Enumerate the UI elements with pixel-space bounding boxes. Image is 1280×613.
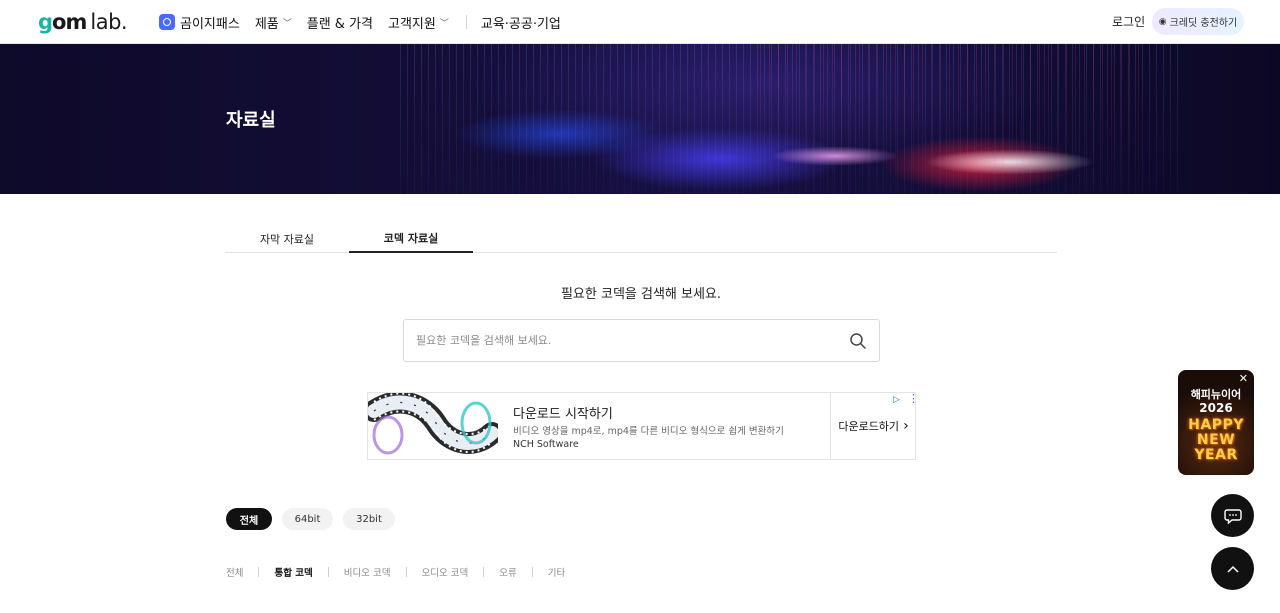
ad-cta-label: 다운로드하기 <box>838 420 900 433</box>
chevron-up-icon <box>1226 565 1239 573</box>
category-integrated-codec[interactable]: 통합 코덱 <box>274 565 312 579</box>
ad-choices-icon[interactable]: ▷ <box>893 395 900 405</box>
nav-item-plans-pricing[interactable]: 플랜 & 가격 <box>307 13 373 32</box>
codec-search-input[interactable] <box>416 320 836 361</box>
chat-bubble-icon <box>1223 508 1242 525</box>
login-link[interactable]: 로그인 <box>1112 13 1145 30</box>
new-year-promo-banner[interactable]: ✕ 해피뉴이어 2026 HAPPY NEW YEAR <box>1178 370 1254 475</box>
ad-advertiser: NCH Software <box>513 439 579 450</box>
ad-description: 비디오 영상을 mp4로, mp4를 다른 비디오 형식으로 쉽게 변환하기 <box>513 426 784 437</box>
gomlab-logo[interactable]: gom lab. <box>38 9 128 35</box>
search-icon[interactable] <box>849 332 867 350</box>
filter-bit-64[interactable]: 64bit <box>282 508 333 530</box>
search-heading: 필요한 코덱을 검색해 보세요. <box>560 287 722 302</box>
category-etc[interactable]: 기타 <box>548 565 565 579</box>
category-error[interactable]: 오류 <box>499 565 516 579</box>
scroll-top-button[interactable] <box>1211 547 1254 590</box>
category-divider <box>483 567 485 577</box>
close-icon[interactable]: ✕ <box>1239 372 1248 385</box>
tab-subtitle-library[interactable]: 자막 자료실 <box>225 225 349 253</box>
filter-bit-all[interactable]: 전체 <box>226 508 272 530</box>
nav-label: 제품 <box>254 16 279 32</box>
promo-art-line: HAPPY <box>1188 417 1244 433</box>
ad-banner[interactable]: 다운로드 시작하기 비디오 영상을 mp4로, mp4를 다른 비디오 형식으로… <box>367 392 919 460</box>
nav-label: 고객지원 <box>388 16 436 32</box>
ad-title[interactable]: 다운로드 시작하기 <box>513 403 613 422</box>
logo-suffix: lab. <box>90 10 128 34</box>
tab-codec-library[interactable]: 코덱 자료실 <box>349 225 473 253</box>
promo-art-line: YEAR <box>1194 447 1238 463</box>
category-video-codec[interactable]: 비디오 코덱 <box>344 565 391 579</box>
credit-charge-button[interactable]: ◉ 크레딧 충전하기 <box>1152 8 1244 35</box>
category-audio-codec[interactable]: 오디오 코덱 <box>422 565 469 579</box>
logo-wordmark: gom <box>38 10 87 34</box>
hero-banner: 자료실 <box>0 44 1280 194</box>
top-header: gom lab. 곰이지패스 제품 ﹀ 플랜 & 가격 고객지원 ﹀ 교육·공공… <box>0 0 1280 44</box>
credit-label: 크레딧 충전하기 <box>1169 18 1238 29</box>
category-filter-row: 전체 통합 코덱 비디오 코덱 오디오 코덱 오류 기타 <box>226 565 565 579</box>
search-box <box>403 319 880 362</box>
ad-more-icon[interactable]: ⋮ <box>908 393 919 404</box>
page-title: 자료실 <box>226 110 276 131</box>
nav-label: 곰이지패스 <box>180 16 240 32</box>
film-strip-image <box>368 393 498 459</box>
nav-item-support[interactable]: 고객지원 ﹀ <box>388 13 449 32</box>
gomi-pass-icon <box>159 14 175 30</box>
nav-label: 플랜 & 가격 <box>306 16 373 32</box>
promo-art-line: NEW <box>1196 432 1236 448</box>
ad-download-button[interactable]: 다운로드하기 › <box>830 393 916 459</box>
chevron-right-icon: › <box>903 418 909 434</box>
category-divider <box>405 567 407 577</box>
chat-button[interactable] <box>1211 494 1254 537</box>
nav-divider <box>465 15 467 29</box>
promo-year: 2026 <box>1199 401 1233 415</box>
promo-artwork: HAPPY NEW YEAR <box>1178 418 1254 463</box>
hero-decoration <box>760 44 1140 194</box>
nav-item-gomi-pass[interactable]: 곰이지패스 <box>159 13 240 32</box>
resource-tabs: 자막 자료실 코덱 자료실 <box>225 225 1057 253</box>
category-divider <box>327 567 329 577</box>
promo-title: 해피뉴이어 <box>1190 388 1242 401</box>
nav-item-education-enterprise[interactable]: 교육·공공·기업 <box>481 13 561 32</box>
credit-icon: ◉ <box>1158 16 1167 27</box>
category-divider <box>531 567 533 577</box>
nav-item-products[interactable]: 제품 ﹀ <box>255 13 292 32</box>
category-divider <box>258 567 260 577</box>
main-nav: 곰이지패스 제품 ﹀ 플랜 & 가격 고객지원 ﹀ 교육·공공·기업 <box>159 0 576 44</box>
chevron-down-icon: ﹀ <box>439 18 449 29</box>
chevron-down-icon: ﹀ <box>282 18 292 29</box>
nav-label: 교육·공공·기업 <box>480 16 561 32</box>
filter-bit-32[interactable]: 32bit <box>343 508 395 530</box>
category-all[interactable]: 전체 <box>226 565 243 579</box>
